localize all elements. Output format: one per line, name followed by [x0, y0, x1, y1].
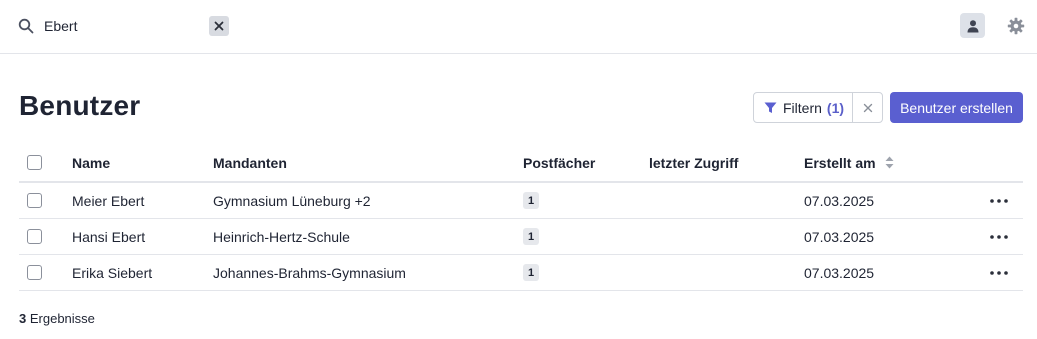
- table-row[interactable]: Hansi Ebert Heinrich-Hertz-Schule 1 07.0…: [19, 219, 1023, 255]
- row-actions-button[interactable]: [987, 227, 1011, 247]
- user-menu-button[interactable]: [960, 13, 985, 38]
- column-header-postfaecher[interactable]: Postfächer: [523, 144, 595, 181]
- column-header-name[interactable]: Name: [72, 144, 110, 181]
- column-header-erstellt-am[interactable]: Erstellt am: [804, 144, 894, 181]
- filter-icon: [764, 102, 777, 113]
- row-actions-button[interactable]: [987, 263, 1011, 283]
- cell-mandanten: Heinrich-Hertz-Schule: [213, 228, 350, 245]
- row-actions-button[interactable]: [987, 191, 1011, 211]
- user-icon: [967, 19, 978, 32]
- users-table: Name Mandanten Postfächer letzter Zugrif…: [19, 144, 1023, 291]
- row-checkbox[interactable]: [27, 229, 42, 244]
- row-actions-cell: [987, 255, 1011, 290]
- clear-filter-button[interactable]: [853, 93, 882, 122]
- table-row[interactable]: Erika Siebert Johannes-Brahms-Gymnasium …: [19, 255, 1023, 291]
- cell-mandanten: Gymnasium Lüneburg +2: [213, 192, 371, 209]
- cell-erstellt-am: 07.03.2025: [804, 192, 875, 209]
- cell-postfaecher: 1: [523, 219, 539, 254]
- cell-erstellt-am: 07.03.2025: [804, 228, 875, 245]
- search-input[interactable]: [44, 15, 194, 37]
- result-count-number: 3: [19, 311, 27, 326]
- postfaecher-badge: 1: [523, 264, 539, 281]
- cell-mandanten: Johannes-Brahms-Gymnasium: [213, 264, 406, 281]
- row-checkbox[interactable]: [27, 193, 42, 208]
- cell-postfaecher: 1: [523, 255, 539, 290]
- sort-icon[interactable]: [885, 156, 894, 169]
- column-header-letzter-zugriff[interactable]: letzter Zugriff: [649, 144, 738, 181]
- close-icon: [863, 103, 872, 112]
- select-all-cell: [27, 144, 42, 181]
- clear-search-button[interactable]: [209, 16, 229, 36]
- row-select-cell: [27, 183, 42, 218]
- page-title: Benutzer: [19, 90, 141, 121]
- more-horizontal-icon: [990, 234, 1008, 239]
- column-header-erstellt-am-label: Erstellt am: [804, 154, 876, 171]
- cell-name[interactable]: Hansi Ebert: [72, 219, 145, 254]
- cell-erstellt-am: 07.03.2025: [804, 264, 875, 281]
- cell-postfaecher: 1: [523, 183, 539, 218]
- result-count: 3 Ergebnisse: [19, 311, 95, 326]
- postfaecher-badge: 1: [523, 192, 539, 209]
- postfaecher-badge: 1: [523, 228, 539, 245]
- row-actions-cell: [987, 219, 1011, 254]
- select-all-checkbox[interactable]: [27, 155, 42, 170]
- result-count-label: Ergebnisse: [29, 311, 95, 326]
- create-user-button[interactable]: Benutzer erstellen: [890, 92, 1023, 123]
- filter-button-group: Filtern (1): [753, 92, 884, 123]
- filter-button[interactable]: Filtern (1): [754, 93, 854, 122]
- top-bar: [0, 0, 1037, 54]
- filter-label: Filtern: [783, 99, 822, 116]
- search-icon: [18, 18, 34, 34]
- cell-name[interactable]: Erika Siebert: [72, 255, 152, 290]
- gear-icon: [1007, 17, 1025, 35]
- row-actions-cell: [987, 183, 1011, 218]
- close-icon: [214, 21, 224, 31]
- more-horizontal-icon: [990, 270, 1008, 275]
- more-horizontal-icon: [990, 198, 1008, 203]
- settings-button[interactable]: [1006, 16, 1026, 36]
- table-header-row: Name Mandanten Postfächer letzter Zugrif…: [19, 144, 1023, 183]
- column-header-mandanten[interactable]: Mandanten: [213, 144, 287, 181]
- table-row[interactable]: Meier Ebert Gymnasium Lüneburg +2 1 07.0…: [19, 183, 1023, 219]
- row-select-cell: [27, 219, 42, 254]
- row-checkbox[interactable]: [27, 265, 42, 280]
- cell-name[interactable]: Meier Ebert: [72, 183, 144, 218]
- filter-count-badge: (1): [826, 99, 845, 116]
- row-select-cell: [27, 255, 42, 290]
